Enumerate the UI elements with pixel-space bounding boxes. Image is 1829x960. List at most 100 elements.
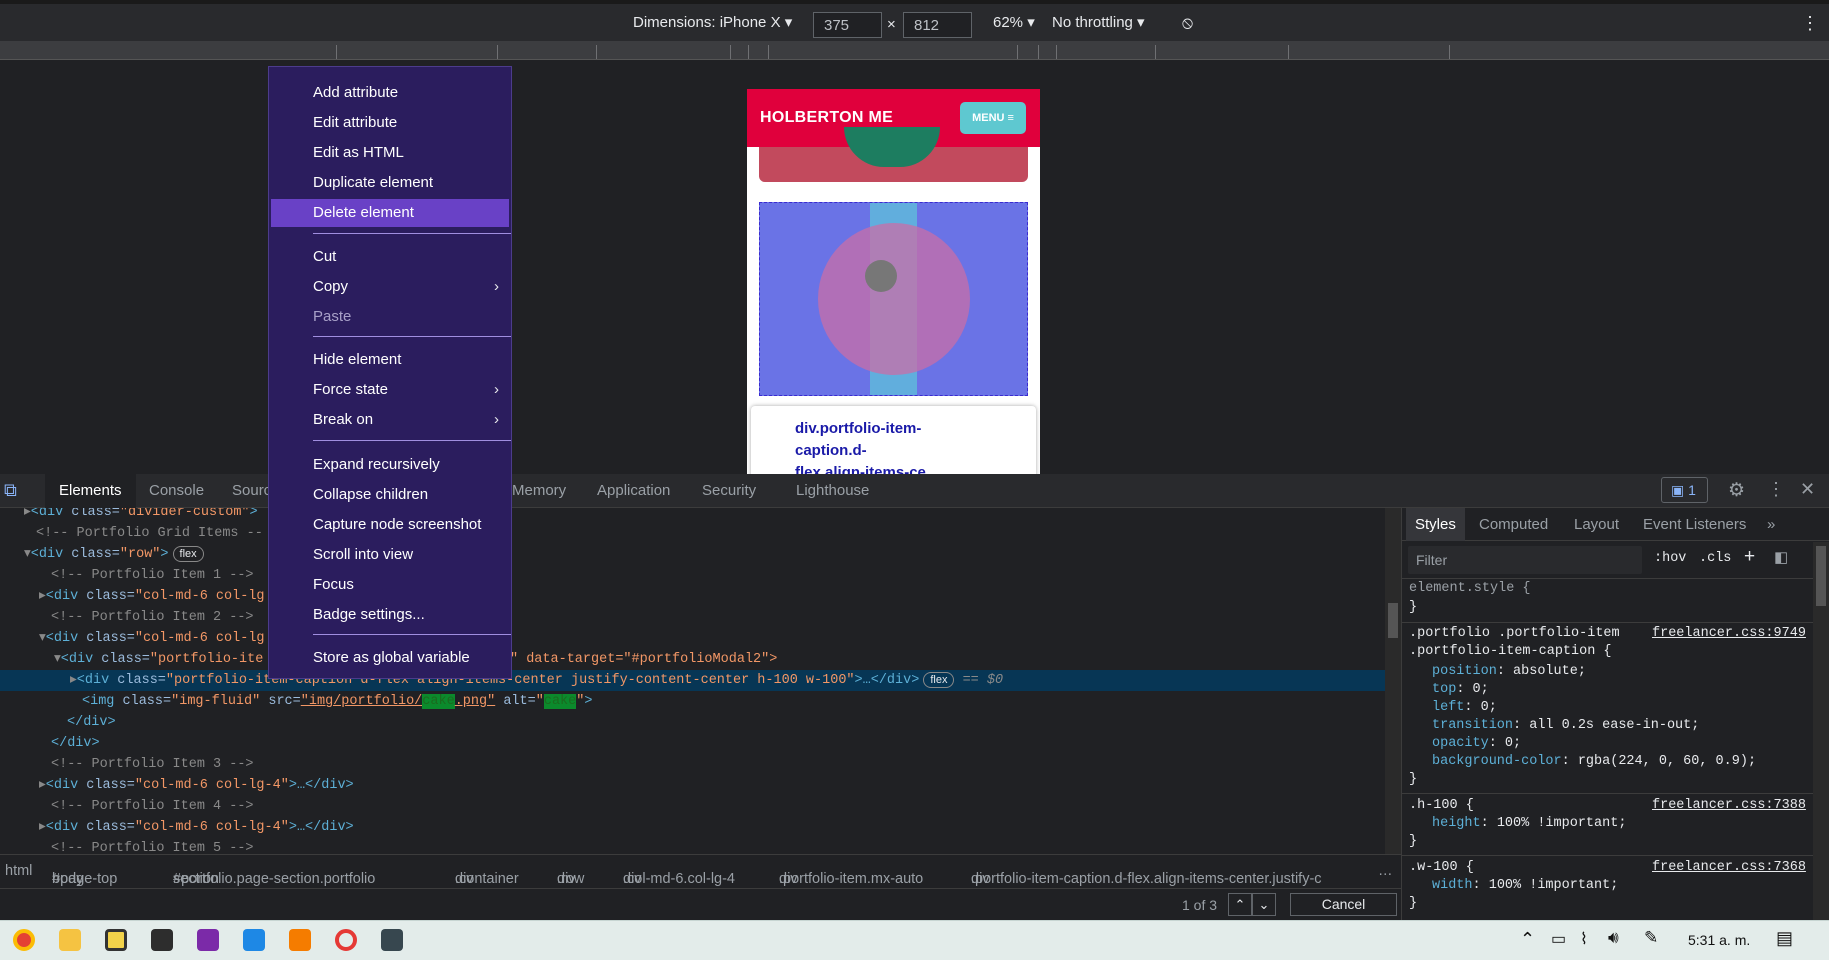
rule2-selector[interactable]: .h-100 {	[1409, 798, 1474, 813]
rule3-prop[interactable]: width: 100% !important;	[1432, 878, 1618, 893]
tree-line[interactable]: ▸<div class="col-md-6 col-lg-4">…</div>	[0, 775, 1385, 796]
width-input[interactable]	[813, 12, 882, 38]
devtools-app-icon[interactable]	[381, 929, 403, 951]
styles-scrollbar[interactable]	[1813, 542, 1829, 920]
tab-event-listeners[interactable]: Event Listeners	[1643, 516, 1746, 533]
tab-security[interactable]: Security	[702, 482, 756, 499]
wifi-icon[interactable]: ⌇	[1580, 929, 1588, 949]
tree-line[interactable]: ▸<div class="divider-custom">	[0, 508, 1385, 523]
next-match-button[interactable]: ⌄	[1252, 893, 1276, 916]
tree-comment[interactable]: <!-- Portfolio Item 2 -->	[0, 607, 1385, 628]
tree-line[interactable]: ▾<div class="col-md-6 col-lg	[0, 628, 1385, 649]
menu-button[interactable]: MENU ≡	[960, 102, 1026, 134]
menu-paste[interactable]: Paste	[269, 303, 511, 331]
menu-edit-attribute[interactable]: Edit attribute	[269, 109, 511, 137]
battery-icon[interactable]: ▭	[1551, 929, 1566, 949]
tray-chevron-icon[interactable]: ⌃	[1520, 929, 1535, 950]
clock[interactable]: 5:31 a. m.	[1688, 932, 1750, 948]
styles-filter-input[interactable]: Filter	[1408, 546, 1642, 574]
menu-scroll-into-view[interactable]: Scroll into view	[269, 541, 511, 569]
tab-layout[interactable]: Layout	[1574, 516, 1619, 533]
tab-memory[interactable]: Memory	[512, 482, 566, 499]
rule1-props[interactable]: position: absolute; top: 0; left: 0; tra…	[1432, 663, 1756, 771]
tree-line-selected[interactable]: ▸<div class="portfolio-item-caption d-fl…	[0, 670, 1385, 691]
tree-line[interactable]: ▸<div class="col-md-6 col-lg-4">…</div>	[0, 817, 1385, 838]
tree-line[interactable]: ▾<div class="row"> flex	[0, 544, 1385, 565]
flex-badge[interactable]: flex	[172, 546, 204, 562]
throttling-dropdown[interactable]: No throttling ▾	[1052, 13, 1145, 31]
menu-badge-settings[interactable]: Badge settings...	[269, 601, 511, 629]
tree-comment[interactable]: <!-- Portfolio Item 1 -->	[0, 565, 1385, 586]
rule1-selector[interactable]: .portfolio .portfolio-item	[1409, 626, 1620, 641]
menu-focus[interactable]: Focus	[269, 571, 511, 599]
height-input[interactable]	[903, 12, 972, 38]
sticky-notes-icon[interactable]	[105, 929, 127, 951]
menu-duplicate-element[interactable]: Duplicate element	[269, 169, 511, 197]
brand-logo[interactable]: HOLBERTON ME	[760, 109, 893, 127]
tab-sources[interactable]: Sourc	[232, 482, 271, 499]
cls-toggle[interactable]: .cls	[1699, 551, 1731, 566]
find-input[interactable]	[0, 890, 1222, 918]
hov-toggle[interactable]: :hov	[1654, 551, 1686, 566]
menu-capture-node-screenshot[interactable]: Capture node screenshot	[269, 511, 511, 539]
chrome-icon[interactable]	[13, 929, 35, 951]
toggle-device-icon[interactable]: ⧉	[4, 480, 17, 501]
rule2-source-link[interactable]: freelancer.css:7388	[1652, 798, 1806, 813]
rule3-source-link[interactable]: freelancer.css:7368	[1652, 860, 1806, 875]
menu-break-on[interactable]: Break on ›	[269, 406, 511, 434]
menu-edit-as-html[interactable]: Edit as HTML	[269, 139, 511, 167]
new-rule-icon[interactable]: +	[1744, 546, 1755, 568]
media-query-ruler[interactable]	[0, 41, 1829, 60]
menu-hide-element[interactable]: Hide element	[269, 346, 511, 374]
vscode-icon[interactable]	[243, 929, 265, 951]
tab-elements[interactable]: Elements	[45, 474, 136, 508]
tree-comment[interactable]: <!-- Portfolio Grid Items --	[0, 523, 1385, 544]
notifications-icon[interactable]: ▤	[1776, 928, 1793, 949]
tree-line[interactable]: ▸<div class="col-md-6 col-lg	[0, 586, 1385, 607]
close-devtools-icon[interactable]: ✕	[1800, 479, 1815, 500]
tab-application[interactable]: Application	[597, 482, 670, 499]
rotate-icon[interactable]: ⦸	[1182, 13, 1193, 33]
volume-icon[interactable]: 🔊︎	[1608, 928, 1619, 948]
rule3-selector[interactable]: .w-100 {	[1409, 860, 1474, 875]
terminal-icon[interactable]	[151, 929, 173, 951]
element-style-selector[interactable]: element.style {	[1409, 581, 1531, 596]
tab-console[interactable]: Console	[149, 482, 204, 499]
pen-icon[interactable]: ✎	[1644, 928, 1658, 948]
opera-icon[interactable]	[335, 929, 357, 951]
tree-comment[interactable]: <!-- Portfolio Item 3 -->	[0, 754, 1385, 775]
menu-cut[interactable]: Cut	[269, 243, 511, 271]
crumb-more[interactable]: …	[1378, 863, 1393, 879]
devtools-menu-icon[interactable]: ⋮	[1767, 479, 1785, 500]
elements-tree[interactable]: ▸<div class="divider-custom"> <!-- Portf…	[0, 508, 1385, 854]
tree-line[interactable]: ▾<div class="portfolio-ite " data-target=…	[0, 649, 1385, 670]
issues-counter[interactable]: ▣ 1	[1661, 477, 1708, 503]
zoom-dropdown[interactable]: 62% ▾	[993, 13, 1035, 31]
tab-computed[interactable]: Computed	[1479, 516, 1548, 533]
settings-icon[interactable]: ⚙	[1728, 479, 1745, 502]
cancel-button[interactable]: Cancel	[1290, 893, 1397, 916]
phone-screen[interactable]: HOLBERTON ME MENU ≡ div.portfolio-item-c…	[747, 89, 1040, 474]
rule1-selector-2[interactable]: .portfolio-item-caption {	[1409, 644, 1612, 659]
sidebar-toggle-icon[interactable]: ◧	[1774, 548, 1788, 566]
onenote-icon[interactable]	[197, 929, 219, 951]
menu-force-state[interactable]: Force state ›	[269, 376, 511, 404]
file-explorer-icon[interactable]	[59, 929, 81, 951]
tree-comment[interactable]: <!-- Portfolio Item 5 -->	[0, 838, 1385, 854]
portfolio-card-previous[interactable]	[759, 127, 1028, 182]
tab-lighthouse[interactable]: Lighthouse	[796, 482, 869, 499]
menu-add-attribute[interactable]: Add attribute	[269, 79, 511, 107]
more-options-icon[interactable]: ⋮	[1801, 13, 1819, 34]
menu-store-as-global-variable[interactable]: Store as global variable	[269, 644, 511, 672]
tree-comment[interactable]: <!-- Portfolio Item 4 -->	[0, 796, 1385, 817]
more-tabs-icon[interactable]: »	[1767, 516, 1775, 533]
menu-collapse-children[interactable]: Collapse children	[269, 481, 511, 509]
rule1-source-link[interactable]: freelancer.css:9749	[1652, 626, 1806, 641]
rule2-prop[interactable]: height: 100% !important;	[1432, 816, 1626, 831]
tree-scrollbar[interactable]	[1385, 508, 1401, 854]
xampp-icon[interactable]	[289, 929, 311, 951]
flex-badge[interactable]: flex	[923, 672, 955, 688]
menu-copy[interactable]: Copy ›	[269, 273, 511, 301]
tree-line[interactable]: </div>	[0, 712, 1385, 733]
menu-expand-recursively[interactable]: Expand recursively	[269, 451, 511, 479]
